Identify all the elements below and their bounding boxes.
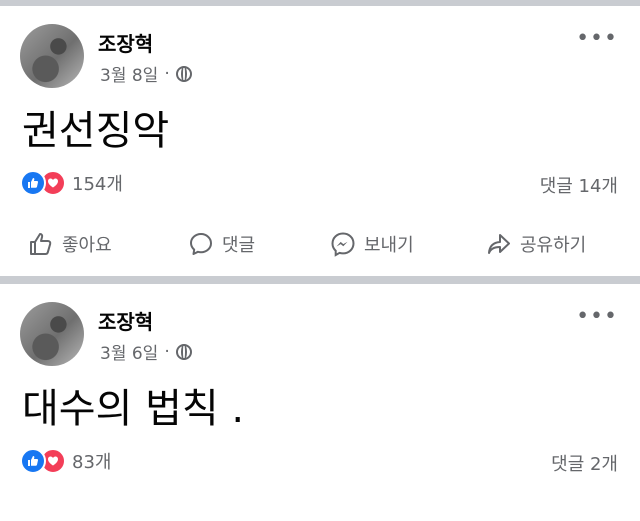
comment-label: 댓글 [222,235,256,256]
comment-count[interactable]: 댓글 2개 [551,450,618,476]
speech-bubble-icon [190,233,212,255]
share-arrow-icon [488,234,510,254]
post-1: 조장혁 3월 8일 · ••• 권선징악 154개 댓글 14개 좋아요 댓글 [0,6,640,276]
reaction-count: 154개 [72,174,123,195]
avatar[interactable] [20,302,84,366]
thumbs-up-icon [30,233,52,255]
post-2: 조장혁 3월 6일 · ••• 대수의 법칙 . 83개 댓글 2개 [0,284,640,521]
messenger-icon [331,232,355,257]
thumbs-up-icon [20,170,46,196]
comment-button[interactable]: 댓글 [188,224,255,264]
share-label: 공유하기 [520,235,587,256]
post-text: 권선징악 [22,108,170,154]
like-button[interactable]: 좋아요 [28,224,112,264]
reactions-summary[interactable]: 154개 [20,170,123,196]
globe-icon [175,65,192,82]
post-date[interactable]: 3월 8일 [100,61,158,86]
post-text: 대수의 법칙 . [22,386,245,432]
post-date[interactable]: 3월 6일 [100,339,158,364]
author-name[interactable]: 조장혁 [98,28,153,57]
reaction-count: 83개 [72,452,112,473]
globe-icon [175,343,192,360]
send-button[interactable]: 보내기 [330,224,414,264]
meta-separator: · [164,341,170,362]
share-button[interactable]: 공유하기 [486,224,586,264]
like-label: 좋아요 [62,235,112,256]
thumbs-up-icon [20,448,46,474]
post-actions: 좋아요 댓글 보내기 공유하기 [0,224,640,264]
author-name[interactable]: 조장혁 [98,306,153,335]
post-meta: 3월 6일 · [100,339,192,364]
more-options-icon[interactable]: ••• [576,306,618,328]
more-options-icon[interactable]: ••• [576,28,618,50]
meta-separator: · [164,63,170,84]
send-label: 보내기 [364,235,414,256]
post-separator [0,276,640,284]
comment-count[interactable]: 댓글 14개 [540,172,618,198]
reactions-summary[interactable]: 83개 [20,448,111,474]
post-meta: 3월 8일 · [100,61,192,86]
avatar[interactable] [20,24,84,88]
